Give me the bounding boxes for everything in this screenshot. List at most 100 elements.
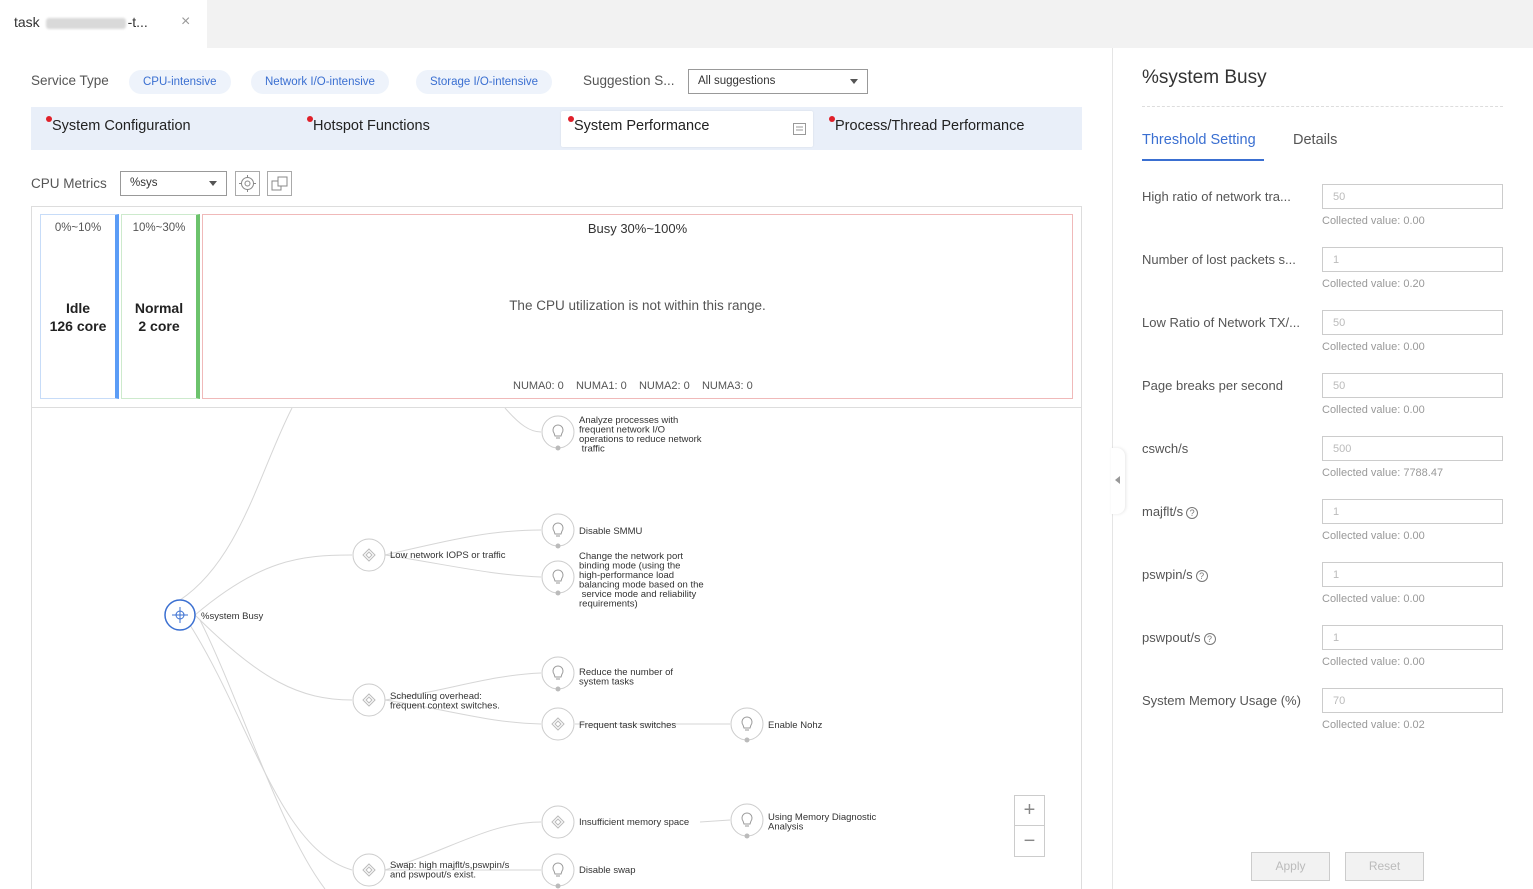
mindmap-node-n6[interactable]: Reduce the number of system tasks [541, 656, 673, 692]
mindmap-node-n11[interactable]: Swap: high majflt/s,pswpin/s and pswpout/… [352, 853, 510, 887]
threshold-label: System Memory Usage (%) [1142, 693, 1301, 708]
collected-value: Collected value: 7788.47 [1322, 467, 1444, 479]
threshold-label: cswch/s [1142, 441, 1189, 456]
collected-value: Collected value: 0.00 [1322, 215, 1425, 227]
mindmap-node-n2[interactable]: Low network IOPS or traffic [352, 538, 506, 572]
suggestion-select-value: All suggestions [698, 75, 776, 87]
panel-collapse-handle[interactable] [1111, 448, 1125, 514]
threshold-input[interactable]: 50 [1322, 184, 1503, 209]
switch-view-button[interactable] [267, 171, 292, 196]
mindmap-node-label: Frequent task switches [579, 720, 676, 731]
mindmap-node-n12[interactable]: Disable swap [541, 853, 636, 889]
suggestion-label: Suggestion S... [583, 73, 675, 88]
threshold-input[interactable]: 1 [1322, 247, 1503, 272]
collected-value: Collected value: 0.20 [1322, 278, 1425, 290]
collected-value: Collected value: 0.02 [1322, 719, 1425, 731]
mindmap-node-root: %system Busy [164, 599, 264, 631]
idle-box[interactable]: 0%~10% Idle 126 core [40, 214, 119, 399]
help-icon[interactable]: ? [1186, 506, 1199, 519]
threshold-input[interactable]: 1 [1322, 625, 1503, 650]
service-type-storage[interactable]: Storage I/O-intensive [416, 70, 553, 94]
threshold-input[interactable]: 50 [1322, 310, 1503, 335]
chevron-left-icon [1115, 476, 1120, 484]
close-tab-icon[interactable]: × [181, 13, 190, 31]
mindmap-node-n3[interactable]: Disable SMMU [541, 513, 642, 549]
mindmap-node-n9[interactable]: Insufficient memory space [541, 805, 689, 839]
threshold-input[interactable]: 70 [1322, 688, 1503, 713]
task-tab[interactable]: task -t... × [0, 0, 207, 48]
numa2: NUMA2: 0 [638, 380, 690, 392]
threshold-label: pswpout/s? [1142, 630, 1216, 645]
collected-value: Collected value: 0.00 [1322, 593, 1425, 605]
apply-button[interactable]: Apply [1251, 852, 1330, 881]
window-icon[interactable] [793, 123, 806, 135]
tab-threshold-setting[interactable]: Threshold Setting [1142, 132, 1256, 148]
tab-hotspot-functions[interactable]: Hotspot Functions [313, 118, 430, 134]
tab-bar [0, 0, 1533, 48]
mindmap-node-label: Using Memory Diagnostic Analysis [768, 812, 876, 833]
cpu-metrics-label: CPU Metrics [31, 176, 107, 191]
collected-value: Collected value: 0.00 [1322, 341, 1425, 353]
mindmap-node-label: Low network IOPS or traffic [390, 550, 506, 561]
busy-box[interactable]: Busy 30%~100% The CPU utilization is not… [202, 214, 1073, 399]
mindmap-node-n5[interactable]: Scheduling overhead: frequent context swi… [352, 683, 500, 717]
threshold-input[interactable]: 1 [1322, 562, 1503, 587]
cpu-metric-value: %sys [130, 177, 158, 189]
settings-button[interactable] [235, 171, 260, 196]
task-tab-title: task -t... [14, 14, 148, 30]
idle-summary: Idle 126 core [49, 300, 107, 334]
numa3: NUMA3: 0 [701, 380, 753, 392]
mindmap-node-label: Disable swap [579, 865, 636, 876]
mindmap-node-label: Scheduling overhead: frequent context swi… [390, 691, 500, 712]
mindmap-node-label: Change the network port binding mode (usi… [579, 551, 704, 610]
chevron-down-icon [850, 79, 858, 84]
mindmap-node-n8[interactable]: Enable Nohz [730, 707, 823, 743]
normal-box[interactable]: 10%~30% Normal 2 core [121, 214, 200, 399]
threshold-label: Number of lost packets s... [1142, 252, 1296, 267]
numa1: NUMA1: 0 [575, 380, 627, 392]
threshold-label: Page breaks per second [1142, 378, 1283, 393]
normal-summary: Normal 2 core [134, 300, 184, 334]
reset-button[interactable]: Reset [1345, 852, 1424, 881]
section-tabs: System Configuration Hotspot Functions S… [31, 107, 1082, 150]
service-type-network[interactable]: Network I/O-intensive [251, 70, 389, 94]
tab-process-thread-performance[interactable]: Process/Thread Performance [835, 118, 1024, 134]
tab-system-configuration[interactable]: System Configuration [52, 118, 191, 134]
divider [1142, 106, 1503, 107]
suggestion-mindmap[interactable]: %system Busy Analyze processes with frequ… [32, 408, 1081, 889]
zoom-control: + − [1014, 795, 1045, 857]
collected-value: Collected value: 0.00 [1322, 656, 1425, 668]
layout-switch-icon [271, 176, 288, 191]
active-tab-underline [1142, 159, 1264, 161]
threshold-label: majflt/s? [1142, 504, 1199, 519]
tab-system-performance[interactable]: System Performance [574, 118, 709, 134]
zoom-out-button[interactable]: − [1015, 827, 1044, 857]
mindmap-node-n4[interactable]: Change the network port binding mode (usi… [541, 551, 704, 610]
mindmap-node-label: Swap: high majflt/s,pswpin/s and pswpout/… [390, 860, 510, 881]
cpu-metric-select[interactable]: %sys [120, 171, 227, 196]
threshold-input[interactable]: 500 [1322, 436, 1503, 461]
service-type-cpu[interactable]: CPU-intensive [129, 70, 231, 94]
mindmap-node-n10[interactable]: Using Memory Diagnostic Analysis [730, 803, 876, 839]
mindmap-node-label: Disable SMMU [579, 526, 642, 537]
service-type-label: Service Type [31, 73, 109, 88]
threshold-input[interactable]: 50 [1322, 373, 1503, 398]
mindmap-node-n1[interactable]: Analyze processes with frequent network I… [541, 415, 702, 455]
suggestion-select[interactable]: All suggestions [688, 69, 868, 94]
threshold-input[interactable]: 1 [1322, 499, 1503, 524]
normal-range: 10%~30% [132, 222, 186, 234]
help-icon[interactable]: ? [1203, 632, 1216, 645]
threshold-label: High ratio of network tra... [1142, 189, 1291, 204]
zoom-in-button[interactable]: + [1015, 796, 1044, 826]
numa-counts: NUMA0: 0 NUMA1: 0 NUMA2: 0 NUMA3: 0 [513, 380, 753, 392]
panel-title: %system Busy [1142, 67, 1267, 88]
mindmap-node-label: Insufficient memory space [579, 817, 689, 828]
mindmap-node-label: Enable Nohz [768, 720, 823, 731]
numa0: NUMA0: 0 [513, 380, 564, 392]
tab-details[interactable]: Details [1293, 132, 1337, 148]
busy-message: The CPU utilization is not within this r… [509, 298, 766, 313]
busy-range: Busy 30%~100% [587, 221, 688, 236]
help-icon[interactable]: ? [1195, 569, 1208, 582]
collected-value: Collected value: 0.00 [1322, 530, 1425, 542]
mindmap-node-n7[interactable]: Frequent task switches [541, 707, 676, 741]
